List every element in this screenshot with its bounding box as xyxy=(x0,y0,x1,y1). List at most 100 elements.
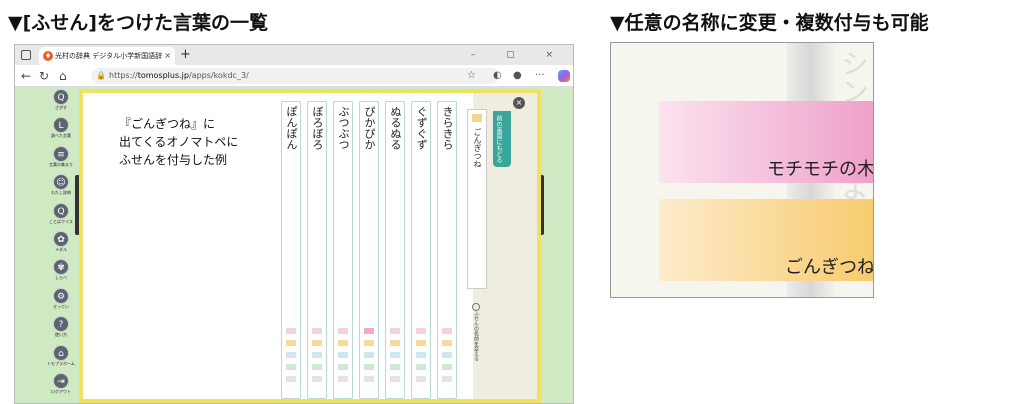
history-icon: L xyxy=(53,117,69,134)
word-entry[interactable]: ぽんぽん xyxy=(281,101,301,399)
medal-icon: ✿ xyxy=(53,231,69,247)
tag-toggle[interactable] xyxy=(390,328,400,334)
word-entry[interactable]: ぶつぶつ xyxy=(333,101,353,399)
word-label: ぼろぼろ xyxy=(311,106,324,150)
tag-toggle[interactable] xyxy=(416,340,426,346)
tag-toggle[interactable] xyxy=(416,376,426,382)
my-dict-icon: ☺ xyxy=(53,174,69,191)
browser-tab[interactable]: ♦ 光村の辞典 デジタル小学新国語辞 × xyxy=(39,47,175,65)
tab-close-icon[interactable]: × xyxy=(164,47,171,65)
tag-toggle[interactable] xyxy=(312,340,322,346)
quiz-icon: Q xyxy=(53,202,69,219)
tag-toggle[interactable] xyxy=(338,352,348,358)
back-arrow-icon[interactable]: ← xyxy=(21,68,31,84)
tag-toggle[interactable] xyxy=(312,364,322,370)
tag-toggle[interactable] xyxy=(442,376,452,382)
tag-mochimochi[interactable]: モチモチの木 xyxy=(659,101,873,183)
word-entry[interactable]: ぴかぴか xyxy=(359,101,379,399)
tag-toggle[interactable] xyxy=(286,364,296,370)
sidebar-item-label: メダル xyxy=(55,247,67,252)
annotation-text: 『ごんぎつね』に 出てくるオノマトペに ふせんを付与した例 xyxy=(119,115,238,169)
tag-toggle[interactable] xyxy=(442,364,452,370)
word-entry[interactable]: ぼろぼろ xyxy=(307,101,327,399)
tag-toggle[interactable] xyxy=(416,328,426,334)
word-entry[interactable]: ぐずぐず xyxy=(411,101,431,399)
sidebar-item[interactable]: ⌂ トモプラホーム xyxy=(47,344,75,373)
tag-toggle[interactable] xyxy=(312,328,322,334)
sidebar-item[interactable]: ✿ メダル xyxy=(47,231,75,259)
left-heading: ▼[ふせん]をつけた言葉の一覧 xyxy=(8,12,268,34)
sidebar-item[interactable]: ☺ わたし辞典 xyxy=(47,174,75,202)
tag-toggle[interactable] xyxy=(312,352,322,358)
sidebar-item[interactable]: ✾ しらべ xyxy=(47,259,75,287)
tag-toggle[interactable] xyxy=(442,328,452,334)
tag-toggle[interactable] xyxy=(286,328,296,334)
tag-gongitsune[interactable]: ごんぎつね xyxy=(659,199,874,281)
tag-name-tray[interactable]: ごんぎつね xyxy=(467,109,487,289)
rename-tag-label[interactable]: ふせんの名前を変える xyxy=(473,311,479,361)
sidebar-item[interactable]: ⇥ ログアウト xyxy=(47,373,75,401)
url-field[interactable]: 🔒 https://tomosplus.jp/apps/kokdc_3/ xyxy=(91,68,499,84)
faint-background-text: シン xyxy=(837,49,870,105)
tab-bar: ♦ 光村の辞典 デジタル小学新国語辞 × + – ▢ × xyxy=(15,45,573,65)
tag-toggle[interactable] xyxy=(286,340,296,346)
sidebar-item[interactable]: ⚙ せってい xyxy=(47,287,75,316)
sidebar-item[interactable]: Q さがす xyxy=(47,89,75,117)
favorite-star-icon[interactable]: ☆ xyxy=(467,69,476,83)
sidebar-item[interactable]: ≡ 言葉の集まり xyxy=(47,145,75,174)
sidebar-item-label: 使い方 xyxy=(55,332,67,338)
tag-toggle[interactable] xyxy=(390,340,400,346)
profile-avatar-icon[interactable]: ● xyxy=(513,69,522,83)
tag-toggle[interactable] xyxy=(338,328,348,334)
home-icon: ⌂ xyxy=(53,344,69,361)
sidebar-item-label: トモプラホーム xyxy=(47,360,75,366)
tag-toggle[interactable] xyxy=(312,376,322,382)
close-icon[interactable]: × xyxy=(513,97,525,109)
sidebar-item-label: ことばクイズ xyxy=(49,218,73,224)
tag-label: ごんぎつね xyxy=(785,257,874,278)
home-icon[interactable]: ⌂ xyxy=(59,68,67,84)
tag-toggle[interactable] xyxy=(364,376,374,382)
tag-toggle[interactable] xyxy=(442,352,452,358)
tag-toggle[interactable] xyxy=(364,364,374,370)
sidebar-item-label: 調べた言葉 xyxy=(51,133,71,139)
tab-title: 光村の辞典 デジタル小学新国語辞 xyxy=(55,52,163,60)
tag-toggle[interactable] xyxy=(390,352,400,358)
copilot-icon[interactable] xyxy=(558,70,570,82)
app-area: Q さがす L 調べた言葉 ≡ 言葉の集まり ☺ わたし辞典 Q ことばクイズ ✿ メダル ✾ しらべ ⚙ せ… xyxy=(15,87,573,403)
tag-toggle[interactable] xyxy=(390,376,400,382)
tag-toggle[interactable] xyxy=(338,340,348,346)
window-menu-icon[interactable] xyxy=(21,50,31,60)
sidebar-item[interactable]: L 調べた言葉 xyxy=(47,117,75,145)
word-entry[interactable]: きらきら xyxy=(437,101,457,399)
sidebar-item[interactable]: ? 使い方 xyxy=(47,316,75,344)
tag-toggle[interactable] xyxy=(364,352,374,358)
sidebar-item[interactable]: Q ことばクイズ xyxy=(47,202,75,231)
back-to-previous-button[interactable]: 前の画面にもどる xyxy=(493,111,511,167)
sidebar-item-label: さがす xyxy=(55,105,67,110)
browser-window: ♦ 光村の辞典 デジタル小学新国語辞 × + – ▢ × ← ↻ ⌂ 🔒 htt… xyxy=(14,44,574,404)
extension-icon[interactable]: ◐ xyxy=(493,69,502,83)
rename-tag-icon[interactable] xyxy=(472,303,480,311)
sidebar: Q さがす L 調べた言葉 ≡ 言葉の集まり ☺ わたし辞典 Q ことばクイズ ✿ メダル ✾ しらべ ⚙ せ… xyxy=(47,89,75,403)
tag-toggle[interactable] xyxy=(338,364,348,370)
reload-icon[interactable]: ↻ xyxy=(39,68,49,84)
window-controls[interactable]: – ▢ × xyxy=(471,47,567,63)
zoomed-tag-view: シン よ み モチモチの木 ごんぎつね xyxy=(610,42,874,298)
more-menu-icon[interactable]: ··· xyxy=(535,69,545,83)
help-icon: ? xyxy=(53,316,69,333)
word-entry[interactable]: ぬるぬる xyxy=(385,101,405,399)
logout-icon: ⇥ xyxy=(53,373,69,389)
tag-toggle[interactable] xyxy=(286,352,296,358)
tag-toggle[interactable] xyxy=(364,340,374,346)
sidebar-item-label: せってい xyxy=(53,303,69,309)
new-tab-button[interactable]: + xyxy=(180,46,191,64)
tag-toggle[interactable] xyxy=(390,364,400,370)
search-icon: Q xyxy=(53,89,69,105)
tag-toggle[interactable] xyxy=(364,328,374,334)
tag-toggle[interactable] xyxy=(338,376,348,382)
tag-toggle[interactable] xyxy=(416,352,426,358)
tag-toggle[interactable] xyxy=(286,376,296,382)
tag-toggle[interactable] xyxy=(416,364,426,370)
tag-toggle[interactable] xyxy=(442,340,452,346)
